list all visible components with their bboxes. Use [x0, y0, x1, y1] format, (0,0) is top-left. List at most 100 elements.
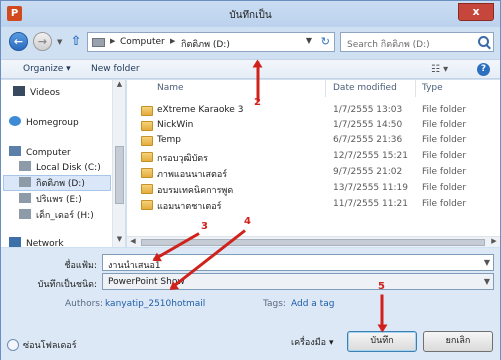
table-row[interactable]: Temp 6/7/2555 21:36 File folder — [127, 134, 500, 148]
file-name: ภาพแอนนาเสตอร์ — [157, 170, 228, 180]
sidebar-item-label: Local Disk (C:) — [36, 163, 101, 173]
sidebar-item-homegroup[interactable]: Homegroup — [9, 116, 79, 128]
folder-icon — [141, 168, 153, 178]
folder-icon — [141, 106, 153, 116]
chevron-up-icon[interactable]: ▲ — [113, 80, 125, 92]
back-button[interactable]: ← — [9, 32, 28, 51]
tools-label: เครื่องมือ — [291, 338, 327, 348]
sidebar-item-drive-h[interactable]: เด็ก_เดอร์ (H:) — [19, 208, 94, 222]
save-button[interactable]: บันทึก — [347, 331, 417, 352]
chevron-up-icon — [7, 339, 19, 351]
network-icon — [9, 237, 21, 247]
annotation-arrow — [380, 294, 384, 331]
sidebar-item-local-disk-c[interactable]: Local Disk (C:) — [19, 161, 101, 173]
authors-value[interactable]: kanyatip_2510hotmail — [105, 299, 205, 309]
scrollbar-thumb[interactable] — [115, 146, 124, 204]
annotation-number: 3 — [201, 221, 208, 232]
breadcrumb-drive-d[interactable]: กิตติภพ (D:) — [181, 37, 230, 51]
folder-icon — [141, 200, 153, 210]
sidebar-item-label: Homegroup — [26, 118, 79, 128]
sidebar-item-label: ปริแพร (E:) — [36, 195, 82, 205]
authors-label: Authors: — [65, 299, 104, 309]
column-header-type[interactable]: Type — [422, 80, 443, 97]
close-button[interactable]: x — [458, 3, 494, 21]
table-row[interactable]: แอมนาตชาเตอร์ 11/7/2555 11:21 File folde… — [127, 198, 500, 212]
title-bar: P บันทึกเป็น x — [1, 1, 500, 27]
search-icon[interactable] — [478, 36, 489, 47]
homegroup-icon — [9, 116, 21, 126]
table-row[interactable]: ภาพแอนนาเสตอร์ 9/7/2555 21:02 File folde… — [127, 166, 500, 180]
folder-icon — [141, 184, 153, 194]
chevron-down-icon[interactable]: ▼ — [306, 36, 312, 45]
chevron-right-icon[interactable]: ▶ — [170, 37, 175, 45]
file-type: File folder — [422, 183, 467, 193]
annotation-number: 2 — [254, 97, 261, 108]
file-name: แอมนาตชาเตอร์ — [157, 202, 222, 212]
sidebar-scrollbar[interactable]: ▲ ▼ — [112, 80, 125, 247]
table-row[interactable]: อบรมเทคนิคการพูด 13/7/2555 11:19 File fo… — [127, 182, 500, 196]
toolbar: Organize ▾ New folder ☷ ▾ ? — [1, 59, 500, 79]
chevron-down-icon[interactable]: ▼ — [484, 277, 490, 286]
organize-button[interactable]: Organize ▾ — [23, 64, 71, 74]
dialog-title: บันทึกเป็น — [229, 10, 272, 21]
file-name: Temp — [157, 135, 181, 145]
scrollbar-thumb[interactable] — [141, 239, 485, 246]
column-header-name[interactable]: Name — [157, 80, 184, 97]
file-type: File folder — [422, 105, 467, 115]
tools-menu[interactable]: เครื่องมือ ▾ — [291, 335, 333, 349]
forward-button[interactable]: → — [33, 32, 52, 51]
view-options-icon[interactable]: ☷ ▾ — [431, 64, 448, 75]
drive-icon — [19, 161, 31, 171]
column-header-date[interactable]: Date modified — [333, 80, 397, 97]
file-name: กรอบวุฒิบัตร — [157, 154, 208, 164]
sidebar-item-videos[interactable]: Videos — [13, 86, 60, 98]
save-as-dialog: P บันทึกเป็น x ← → ▼ ⇧ ▶ Computer ▶ กิตต… — [0, 0, 501, 360]
sidebar-item-label: Videos — [30, 88, 60, 98]
filetype-select[interactable]: PowerPoint Show ▼ — [102, 273, 494, 290]
address-bar[interactable]: ▶ Computer ▶ กิตติภพ (D:) ▼ ↻ — [87, 32, 335, 52]
navigation-bar: ← → ▼ ⇧ ▶ Computer ▶ กิตติภพ (D:) ▼ ↻ Se… — [1, 27, 500, 57]
file-date: 12/7/2555 15:21 — [333, 151, 408, 161]
file-name: อบรมเทคนิคการพูด — [157, 186, 234, 196]
hide-folders-button[interactable]: ซ่อนโฟลเดอร์ — [7, 338, 77, 352]
drive-icon — [92, 38, 105, 47]
table-row[interactable]: กรอบวุฒิบัตร 12/7/2555 15:21 File folder — [127, 150, 500, 164]
cancel-button[interactable]: ยกเลิก — [423, 331, 493, 352]
chevron-down-icon[interactable]: ▼ — [113, 235, 125, 247]
chevron-down-icon[interactable]: ▼ — [57, 38, 62, 46]
file-date: 13/7/2555 11:19 — [333, 183, 408, 193]
file-name: eXtreme Karaoke 3 — [157, 105, 244, 115]
file-type: File folder — [422, 167, 467, 177]
chevron-left-icon[interactable]: ◀ — [127, 237, 139, 248]
file-type: File folder — [422, 120, 467, 130]
file-date: 9/7/2555 21:02 — [333, 167, 403, 177]
new-folder-button[interactable]: New folder — [91, 64, 140, 74]
refresh-icon[interactable]: ↻ — [321, 35, 330, 48]
breadcrumb-computer[interactable]: Computer — [120, 37, 165, 47]
folder-icon — [141, 136, 153, 146]
table-row[interactable]: eXtreme Karaoke 3 1/7/2555 13:03 File fo… — [127, 104, 500, 118]
table-row[interactable]: NickWin 1/7/2555 14:50 File folder — [127, 119, 500, 133]
file-date: 11/7/2555 11:21 — [333, 199, 408, 209]
file-date: 1/7/2555 14:50 — [333, 120, 403, 130]
sidebar-item-drive-d[interactable]: กิตติภพ (D:) — [3, 175, 111, 191]
chevron-right-icon[interactable]: ▶ — [110, 37, 115, 45]
column-divider[interactable] — [415, 80, 416, 97]
search-input[interactable]: Search กิตติภพ (D:) — [340, 32, 494, 52]
tags-value[interactable]: Add a tag — [291, 299, 334, 309]
navigation-pane: Videos Homegroup Computer Local Disk (C:… — [1, 80, 126, 247]
help-icon[interactable]: ? — [477, 63, 490, 76]
filename-label: ชื่อแฟ้ม: — [64, 261, 97, 271]
chevron-right-icon[interactable]: ▶ — [488, 237, 500, 248]
up-arrow-icon[interactable]: ⇧ — [69, 34, 83, 50]
folder-icon — [141, 152, 153, 162]
file-name: NickWin — [157, 120, 194, 130]
file-type: File folder — [422, 151, 467, 161]
column-divider[interactable] — [325, 80, 326, 97]
sidebar-item-computer[interactable]: Computer — [9, 146, 71, 158]
sidebar-item-network[interactable]: Network — [9, 237, 64, 247]
folder-icon — [141, 121, 153, 131]
chevron-down-icon[interactable]: ▼ — [484, 258, 490, 267]
sidebar-item-drive-e[interactable]: ปริแพร (E:) — [19, 192, 82, 206]
drive-icon — [19, 193, 31, 203]
